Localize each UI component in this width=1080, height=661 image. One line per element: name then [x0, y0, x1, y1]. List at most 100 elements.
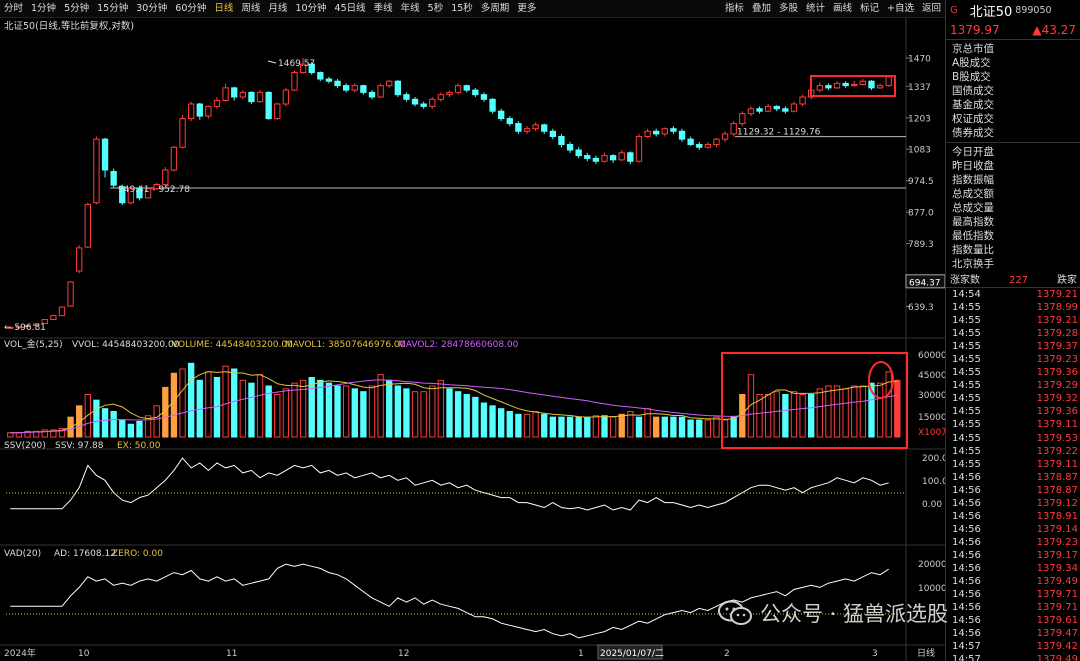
breadth-label: 涨家数	[950, 275, 980, 286]
candle-body	[833, 82, 841, 89]
candle-body	[515, 123, 522, 132]
tick-rows: 14:54 1379.21 14:55 1378.99 14:55 1379.21 14:5…	[946, 288, 1080, 661]
tick-row: 14:56 1379.61	[946, 614, 1080, 627]
last-price: 1379.97	[950, 22, 1000, 37]
tick-row: 14:56 1379.12	[946, 497, 1080, 510]
volume-bar	[584, 416, 591, 438]
stat-label: 京总市值	[952, 43, 994, 55]
stat-label: 昨日收盘	[952, 160, 994, 172]
tick-row: 14:55 1379.11	[946, 458, 1080, 471]
tick-row: 14:56 1379.34	[946, 562, 1080, 575]
candle-body	[661, 128, 668, 135]
candle-body	[50, 315, 57, 320]
tick-price: 1379.23	[1036, 536, 1078, 548]
volume-bar	[833, 385, 841, 438]
tick-price: 1379.47	[1036, 628, 1078, 640]
volume-bar	[790, 391, 798, 438]
y-tick-label: X100万	[918, 428, 945, 438]
volume-bar	[187, 362, 195, 438]
candle-body	[76, 247, 83, 272]
volume-bar	[566, 416, 574, 438]
breadth-value: 227	[1008, 275, 1029, 286]
volume-bar	[411, 391, 419, 438]
tick-time: 14:56	[952, 589, 981, 601]
candle-body	[411, 98, 419, 105]
stat-label: 基金成交	[952, 99, 994, 111]
volume-bar	[429, 385, 436, 438]
y-tick-label: 877.0	[908, 209, 934, 219]
volume-bar	[601, 415, 608, 438]
tick-price: 1379.71	[1036, 589, 1078, 601]
tick-time: 14:56	[952, 628, 981, 640]
candle-body	[592, 157, 600, 162]
volume-bar	[231, 368, 238, 438]
volume-bar	[119, 419, 126, 438]
tick-time: 14:57	[952, 654, 981, 661]
candle-body	[635, 135, 643, 162]
volume-bar	[661, 416, 668, 438]
volume-bar	[618, 413, 625, 438]
volume-bar	[437, 379, 445, 438]
tick-row: 14:57 1379.42	[946, 640, 1080, 653]
volume-bar	[730, 416, 737, 438]
candle-body	[187, 103, 195, 120]
stat-label: 权证成交	[952, 113, 994, 125]
tick-price: 1379.61	[1036, 615, 1078, 627]
volume-bar	[799, 394, 806, 438]
candle-body	[756, 108, 763, 112]
volume-bar	[859, 385, 867, 438]
candle-body	[773, 105, 780, 110]
candle-body	[506, 118, 513, 125]
stat-label: 北京换手	[952, 258, 994, 270]
annotation-label: 949.41 - 952.78	[118, 185, 190, 195]
x-tick-label: 11	[226, 649, 237, 659]
tick-time: 14:56	[952, 615, 981, 627]
tick-price: 1379.71	[1036, 602, 1078, 614]
y-tick-label: 60000	[918, 351, 945, 361]
volume-bar	[351, 388, 358, 438]
volume-bar	[523, 413, 531, 438]
tick-row: 14:56 1379.49	[946, 575, 1080, 588]
tick-time: 14:56	[952, 523, 981, 535]
tick-price: 1379.23	[1036, 354, 1078, 366]
chart-area[interactable]: 1470 1337 1203 1083 974.5 877.0 789.3 639.3 949.…	[0, 0, 945, 661]
y-tick-label: 15000	[918, 413, 945, 423]
volume-bar	[454, 391, 462, 438]
volume-bar	[773, 391, 780, 438]
volume-bar	[342, 385, 350, 438]
indicator-title: VAD(20)	[4, 549, 41, 559]
candle-body	[747, 108, 755, 115]
volume-bar	[127, 423, 135, 438]
candle-body	[644, 130, 651, 137]
candle-body	[377, 85, 384, 98]
candle-body	[196, 103, 203, 117]
candle-body	[885, 76, 892, 87]
candle-body	[93, 138, 100, 204]
volume-bar	[93, 399, 100, 438]
tick-time: 14:55	[952, 458, 981, 470]
candle-body	[558, 135, 565, 146]
tick-price: 1379.36	[1036, 367, 1078, 379]
tick-price: 1379.53	[1036, 432, 1078, 444]
volume-bar	[308, 377, 315, 438]
volume-bar	[110, 411, 117, 438]
tick-price: 1379.34	[1036, 562, 1078, 574]
tick-time: 14:56	[952, 562, 981, 574]
quote-header: G 北证50 899050	[946, 0, 1080, 20]
candle-body	[420, 103, 427, 107]
y-tick-label: 20000	[918, 560, 945, 570]
volume-bar	[291, 382, 298, 438]
volume-bar	[635, 416, 643, 438]
volume-bar	[360, 391, 367, 438]
volume-bar	[747, 374, 755, 438]
tick-time: 14:55	[952, 328, 981, 340]
volume-bar	[644, 408, 651, 438]
indicator-legend: AD: 17608.12	[54, 549, 116, 559]
candle-body	[618, 152, 625, 161]
candle-body	[170, 146, 178, 171]
volume-bar	[377, 374, 384, 438]
candle-body	[454, 85, 462, 93]
y-tick-label: 1083	[908, 146, 931, 156]
market-info-list: 京总市值 A股成交 B股成交 国债成交 基金成交 权证成交 债券成交	[946, 40, 1080, 143]
stat-label: 指数量比	[952, 244, 994, 256]
